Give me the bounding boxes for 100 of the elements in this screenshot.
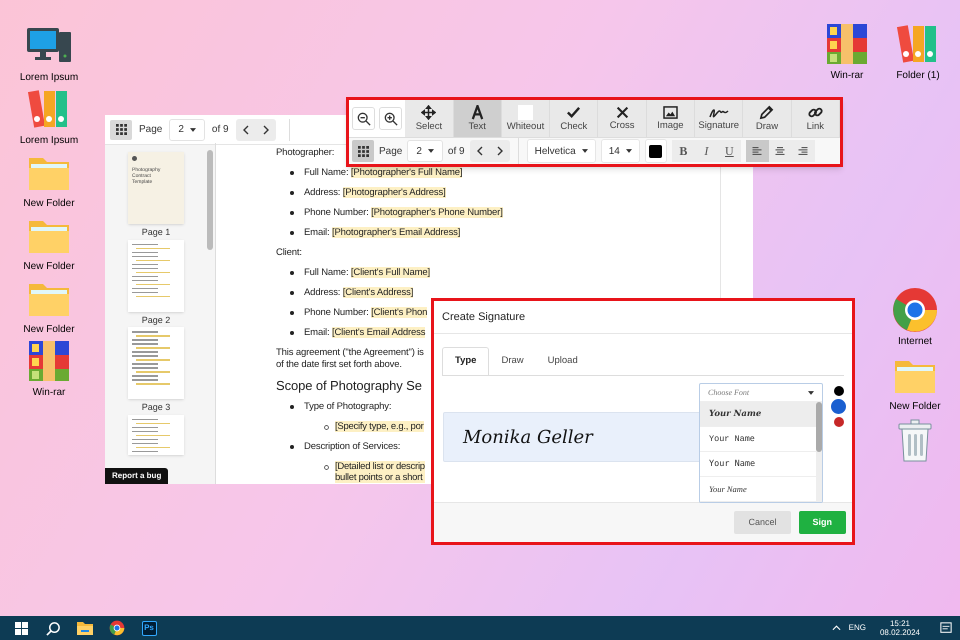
chevron-left-icon[interactable] [474,146,485,156]
align-left-icon [751,146,764,156]
font-placeholder: Choose Font [708,386,750,398]
document-text: Email: [Client's Email Address [304,326,426,340]
clock-date[interactable]: 08.02.2024 [880,628,920,637]
align-button[interactable] [746,140,769,162]
bullet-icon [290,311,294,315]
document-text: Full Name: [Photographer's Full Name] [304,166,462,180]
chevron-right-icon[interactable] [260,124,271,134]
page-select[interactable]: 2 [407,140,443,162]
page-thumbnail[interactable] [128,327,184,399]
chevron-up-icon[interactable] [832,625,841,631]
scrollbar[interactable] [816,402,822,502]
format-button[interactable]: B [672,140,695,162]
folder-icon[interactable] [77,621,93,635]
tool-button[interactable]: Cross [598,100,647,137]
signature-preview: Monika Geller [443,412,701,462]
icon-label: Folder (1) [896,69,940,83]
icon-label: Win-rar [830,69,864,83]
zoom-out-button[interactable] [352,107,375,130]
icon-label: Lorem Ipsum [20,134,78,148]
page-count: of 9 [448,144,465,158]
icon-label: New Folder [23,260,75,274]
check-icon [566,105,582,120]
zoom-in-button[interactable] [379,107,402,130]
cross-icon [616,106,629,120]
size-select[interactable]: 14 [600,139,640,163]
font-dropdown[interactable]: Choose Font Your Name Your Name Your Name Your Name [699,383,823,503]
align-right-icon [797,146,810,156]
document-text: Phone Number: [Photographer's Phone Number] [304,206,503,220]
tool-button[interactable]: Select [405,100,454,137]
tool-button[interactable]: Signature [695,100,744,137]
grid-icon [358,146,368,156]
font-option[interactable]: Your Name [700,402,816,427]
dialog-title: Create Signature [442,310,526,325]
page-label: Page [379,144,402,158]
icon-label: New Folder [23,323,75,337]
color-button[interactable] [644,139,667,163]
bullet-icon [290,405,294,409]
tool-button[interactable]: Link [792,100,840,137]
page-thumbnail[interactable] [128,240,184,312]
grid-button[interactable] [352,140,374,162]
tool-button[interactable]: Text [454,100,502,137]
document-text: [Specify type, e.g., por [335,421,424,432]
language-indicator[interactable]: ENG [848,622,866,634]
dialog-tab[interactable]: Type [442,347,490,375]
document-text: Full Name: [Client's Full Name] [304,266,430,280]
logo-icon [132,156,137,161]
format-button[interactable]: I [694,140,718,162]
document-paragraph: This agreement ("the Agreement") is of the date first set forth above. [276,347,424,371]
document-text: Email: [Photographer's Email Address] [304,226,460,240]
signature-icon [708,106,729,119]
search-icon[interactable] [46,620,60,636]
bullet-icon [290,211,294,215]
grid-button[interactable] [110,120,132,140]
page-select[interactable]: 2 [169,118,205,140]
bullet-icon [290,271,294,275]
caret-icon [190,128,196,132]
notification-icon[interactable] [940,622,952,634]
document-text: Address: [Client's Address] [304,286,414,300]
caret-icon [808,390,814,394]
tool-button[interactable]: Check [550,100,598,137]
image-icon [662,106,678,120]
page-thumbnail[interactable] [128,414,184,454]
icon-label: Win-rar [32,386,66,400]
photoshop-app-icon[interactable]: Ps [142,620,156,636]
format-button[interactable]: U [718,140,741,162]
tool-button[interactable]: Image [646,100,696,137]
chevron-left-icon[interactable] [240,124,251,134]
circle-bullet-icon [324,465,329,470]
chevron-right-icon[interactable] [494,146,505,156]
document-text: [Detailed list or descrip bullet points or a short [335,461,425,483]
circle-bullet-icon [324,425,329,430]
align-button[interactable] [768,140,792,162]
tool-button[interactable]: Draw [743,100,792,137]
caret-icon [582,149,588,153]
document-paragraph: Client: [276,247,302,259]
zoom-in-icon [384,112,398,126]
align-button[interactable] [792,140,815,162]
document-text: Address: [Photographer's Address] [304,186,446,200]
thumbnail-label: Page 2 [142,314,170,327]
report-bug-button[interactable]: Report a bug [105,468,168,484]
document-paragraph: Photographer: [276,147,334,159]
dialog-tab[interactable]: Draw [489,347,536,375]
thumbnail-label: Page 3 [142,401,170,414]
document-text: Type of Photography: [304,400,392,414]
clock-time[interactable]: 15:21 [890,619,910,628]
chrome-icon[interactable] [109,620,125,636]
font-select[interactable]: Helvetica [526,139,596,163]
windows-icon[interactable] [14,622,28,634]
bullet-icon [290,291,294,295]
grid-icon [116,124,126,135]
dialog-tab[interactable]: Upload [536,347,590,375]
page-count: of 9 [212,123,229,137]
document-text: Description of Services: [304,440,400,454]
tool-button[interactable]: Whiteout [502,100,550,137]
icon-label: Internet [898,335,932,349]
bullet-icon [290,331,294,335]
cancel-button[interactable]: Cancel [734,511,790,534]
pencil-icon [759,105,774,120]
